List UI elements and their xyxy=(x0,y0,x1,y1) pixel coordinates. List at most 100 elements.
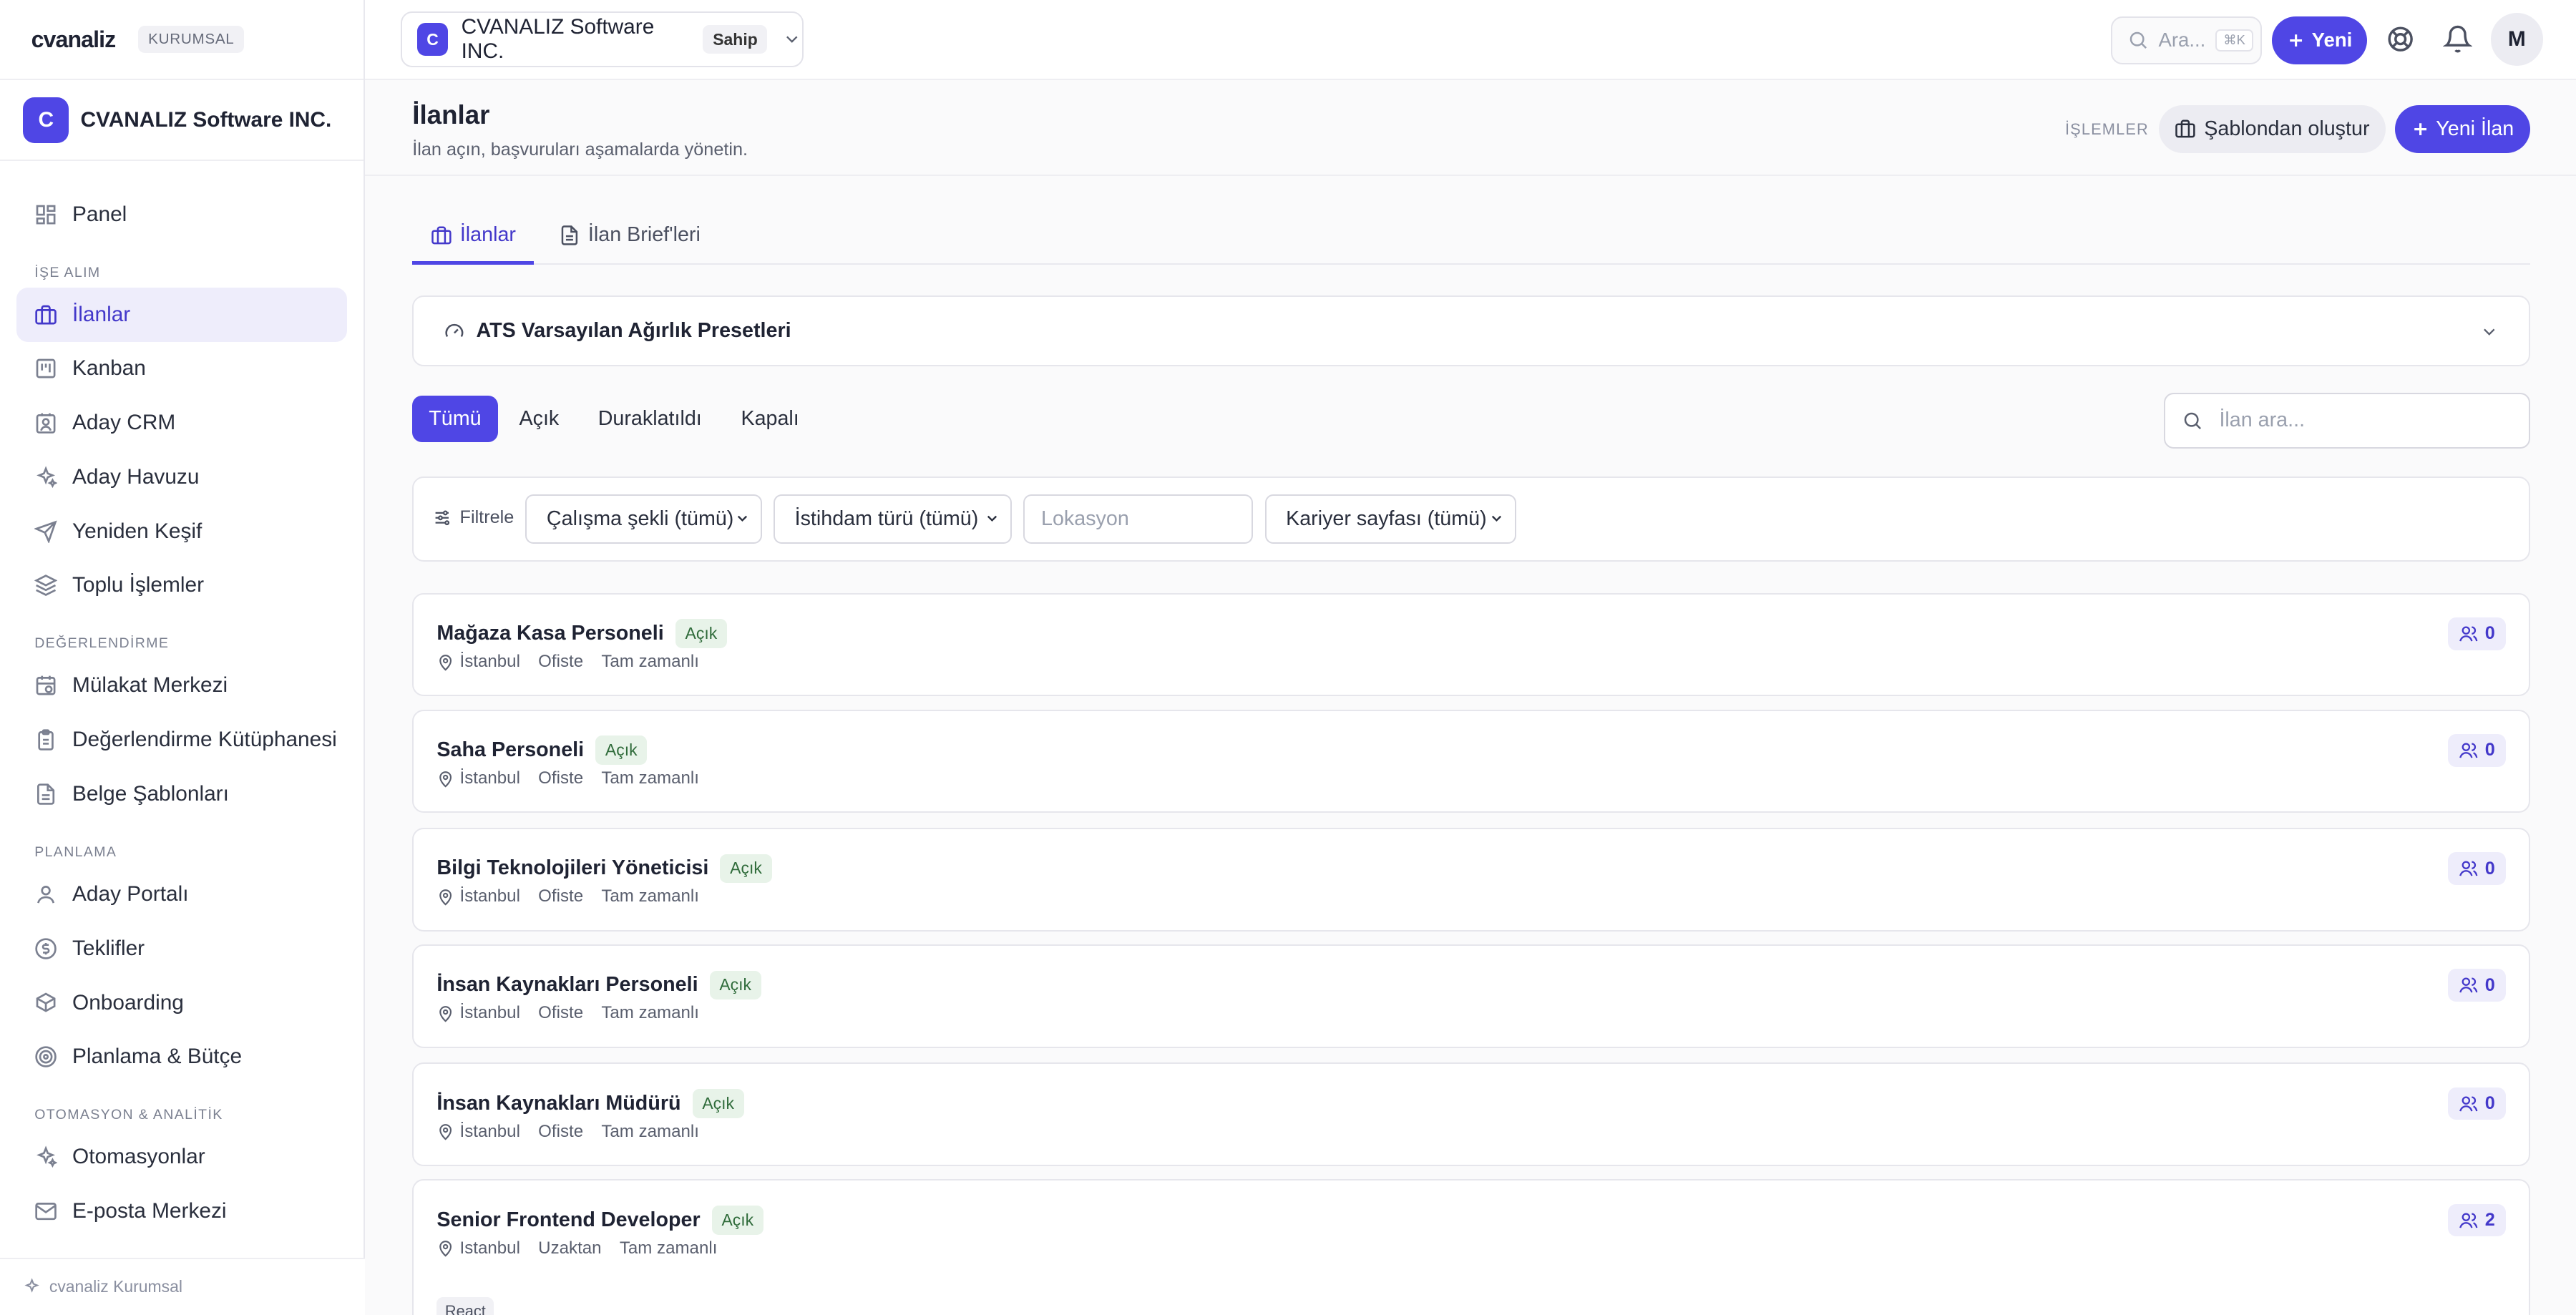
section-title-evaluation: DEĞERLENDİRME xyxy=(34,635,170,652)
sidebar-item-label: Onboarding xyxy=(72,990,184,1015)
sidebar-footer: cvanaliz Kurumsal xyxy=(0,1257,365,1315)
sidebar-item-aday-portali[interactable]: Aday Portalı xyxy=(16,867,347,922)
job-card[interactable]: İnsan Kaynakları Personeli Açık İstanbul … xyxy=(412,944,2530,1048)
sidebar-item-yeniden-kesif[interactable]: Yeniden Keşif xyxy=(16,504,347,559)
sidebar-item-toplu-islemler[interactable]: Toplu İşlemler xyxy=(16,559,347,613)
status-filter-all[interactable]: Tümü xyxy=(412,396,498,442)
status-filter-closed[interactable]: Kapalı xyxy=(724,396,815,441)
job-title[interactable]: İnsan Kaynakları Müdürü xyxy=(436,1092,680,1115)
employment-type-select[interactable]: İstihdam türü (tümü) xyxy=(774,494,1012,544)
shortcut-hint: ⌘K xyxy=(2215,29,2254,52)
briefcase-icon xyxy=(431,225,452,246)
sidebar-item-eposta-merkezi[interactable]: E-posta Merkezi xyxy=(16,1184,347,1238)
briefcase-icon xyxy=(34,303,57,326)
main-content: İlanlar İlan Brief'leri ATS Varsayılan A… xyxy=(412,176,2530,1315)
applicant-count[interactable]: 0 xyxy=(2448,1087,2506,1120)
status-badge: Açık xyxy=(692,1088,744,1118)
global-search[interactable]: Ara... ⌘K xyxy=(2111,16,2263,64)
send-icon xyxy=(34,520,57,543)
org-switcher-avatar: C xyxy=(416,23,449,57)
org-header[interactable]: C CVANALIZ Software INC. xyxy=(0,80,364,161)
new-job-button[interactable]: Yeni İlan xyxy=(2395,104,2530,153)
sidebar-item-teklifler[interactable]: Teklifler xyxy=(16,922,347,976)
sidebar-footer-label: cvanaliz Kurumsal xyxy=(49,1277,182,1296)
job-search-input[interactable]: İlan ara... xyxy=(2163,392,2530,449)
status-filter-paused[interactable]: Duraklatıldı xyxy=(582,396,718,441)
job-work-mode: Ofiste xyxy=(538,1121,584,1141)
career-page-select[interactable]: Kariyer sayfası (tümü) xyxy=(1264,494,1516,544)
job-employment-type: Tam zamanlı xyxy=(619,1238,718,1258)
map-pin-icon xyxy=(436,770,454,788)
work-mode-select[interactable]: Çalışma şekli (tümü) xyxy=(525,494,762,544)
kanban-icon xyxy=(34,357,57,380)
tab-ilanlar[interactable]: İlanlar xyxy=(431,223,516,247)
package-icon xyxy=(34,991,57,1014)
job-card[interactable]: Senior Frontend Developer Açık Istanbul U… xyxy=(412,1179,2530,1315)
job-work-mode: Uzaktan xyxy=(538,1238,602,1258)
job-employment-type: Tam zamanlı xyxy=(601,886,699,906)
job-title[interactable]: Mağaza Kasa Personeli xyxy=(436,622,663,645)
ats-preset-title: ATS Varsayılan Ağırlık Presetleri xyxy=(476,319,791,343)
location-input[interactable]: Lokasyon xyxy=(1023,494,1254,544)
job-title[interactable]: Saha Personeli xyxy=(436,738,584,762)
sidebar-item-onboarding[interactable]: Onboarding xyxy=(16,976,347,1030)
job-meta: Istanbul Uzaktan Tam zamanlı xyxy=(436,1238,717,1258)
sidebar-item-aday-havuzu[interactable]: Aday Havuzu xyxy=(16,450,347,504)
job-location: İstanbul xyxy=(459,886,520,906)
applicant-count[interactable]: 0 xyxy=(2448,852,2506,886)
job-title[interactable]: Senior Frontend Developer xyxy=(436,1208,700,1232)
brand-logo[interactable]: cvanaliz xyxy=(31,26,117,53)
tab-label: İlan Brief'leri xyxy=(587,223,701,247)
job-title-row: Saha Personeli Açık xyxy=(436,735,648,765)
job-title[interactable]: Bilgi Teknolojileri Yöneticisi xyxy=(436,856,708,880)
sidebar-item-panel[interactable]: Panel xyxy=(16,187,347,242)
sidebar-item-label: Aday Havuzu xyxy=(72,464,200,489)
career-page-value: Kariyer sayfası (tümü) xyxy=(1286,507,1487,530)
document-icon xyxy=(34,783,57,806)
applicant-count-value: 0 xyxy=(2484,1093,2495,1114)
new-button[interactable]: Yeni xyxy=(2272,16,2368,64)
plus-icon xyxy=(2287,31,2305,49)
sidebar-item-mulakat-merkezi[interactable]: Mülakat Merkezi xyxy=(16,659,347,713)
job-work-mode: Ofiste xyxy=(538,652,584,672)
applicant-count[interactable]: 0 xyxy=(2448,969,2506,1002)
map-pin-icon xyxy=(436,1004,454,1022)
applicant-count[interactable]: 0 xyxy=(2448,617,2506,650)
sidebar-item-ilanlar[interactable]: İlanlar xyxy=(16,287,347,342)
users-icon xyxy=(2459,859,2479,879)
org-switcher[interactable]: C CVANALIZ Software INC. Sahip xyxy=(401,11,804,68)
map-pin-icon xyxy=(436,1239,454,1257)
applicant-count[interactable]: 2 xyxy=(2448,1203,2506,1237)
tab-ilan-briefleri[interactable]: İlan Brief'leri xyxy=(559,223,701,247)
user-avatar[interactable]: M xyxy=(2490,13,2544,66)
sidebar-item-label: Planlama & Bütçe xyxy=(72,1045,243,1069)
sidebar-item-label: Yeniden Keşif xyxy=(72,519,203,543)
sidebar-item-label: Kanban xyxy=(72,356,146,381)
status-filter-open[interactable]: Açık xyxy=(503,396,576,441)
create-from-template-button[interactable]: Şablondan oluştur xyxy=(2158,104,2386,153)
chevron-down-icon xyxy=(734,510,751,527)
sidebar-item-aday-crm[interactable]: Aday CRM xyxy=(16,396,347,450)
sidebar-item-kanban[interactable]: Kanban xyxy=(16,342,347,396)
status-badge: Açık xyxy=(711,1205,763,1235)
ats-preset-accordion[interactable]: ATS Varsayılan Ağırlık Presetleri xyxy=(412,295,2530,366)
org-switcher-name: CVANALIZ Software INC. xyxy=(461,15,655,64)
job-meta: İstanbul Ofiste Tam zamanlı xyxy=(436,886,699,906)
create-from-template-label: Şablondan oluştur xyxy=(2204,117,2370,140)
help-lifebuoy-icon[interactable] xyxy=(2386,24,2415,54)
sidebar-item-belge-sablonlari[interactable]: Belge Şablonları xyxy=(16,767,347,821)
job-title[interactable]: İnsan Kaynakları Personeli xyxy=(436,973,698,997)
job-employment-type: Tam zamanlı xyxy=(601,768,699,788)
job-card[interactable]: İnsan Kaynakları Müdürü Açık İstanbul Ofi… xyxy=(412,1062,2530,1167)
sidebar-item-degerlendirme-kutuphanesi[interactable]: Değerlendirme Kütüphanesi xyxy=(16,713,347,767)
sidebar-item-label: Aday CRM xyxy=(72,411,176,435)
job-card[interactable]: Mağaza Kasa Personeli Açık İstanbul Ofist… xyxy=(412,592,2530,697)
sidebar-item-label: Panel xyxy=(72,202,127,226)
sidebar-item-planlama-butce[interactable]: Planlama & Bütçe xyxy=(16,1030,347,1084)
job-card[interactable]: Saha Personeli Açık İstanbul Ofiste Tam z… xyxy=(412,709,2530,813)
applicant-count[interactable]: 0 xyxy=(2448,733,2506,767)
job-location: İstanbul xyxy=(459,768,520,788)
bell-icon[interactable] xyxy=(2443,24,2473,54)
job-card[interactable]: Bilgi Teknolojileri Yöneticisi Açık İstan… xyxy=(412,828,2530,932)
sidebar-item-otomasyonlar[interactable]: Otomasyonlar xyxy=(16,1130,347,1184)
